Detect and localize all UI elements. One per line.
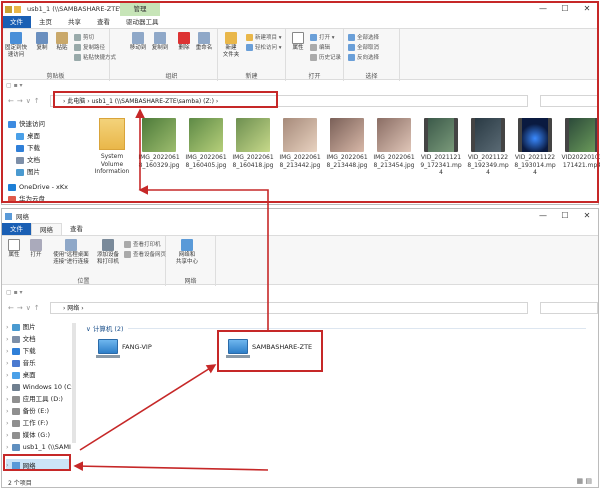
annotation-arrows [73,108,269,471]
arrow-to-computer [79,364,217,451]
arrow-to-network [73,461,269,471]
arrow-to-window [138,185,269,332]
